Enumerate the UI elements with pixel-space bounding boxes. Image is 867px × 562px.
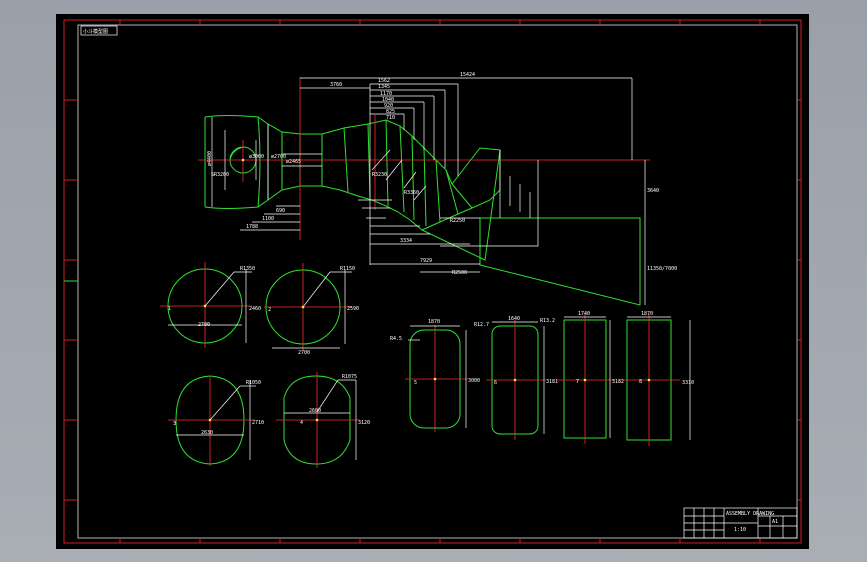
dim-top-long: 15424 xyxy=(460,72,475,78)
section-5: 1870 R4.5 3000 5 xyxy=(390,319,480,432)
sec1-width: 2700 xyxy=(198,322,210,328)
dim-bottom-5: 7929 xyxy=(420,258,432,264)
section-1: R1350 2700 2460 1 xyxy=(160,262,261,348)
elbow-outlet xyxy=(451,147,501,190)
dim-mid-4: R3360 xyxy=(404,190,419,196)
drawing-sheet: 小斗模型图 15424 3760 1562 1345 1170 1040 920… xyxy=(56,14,809,549)
profile-inlet-step xyxy=(257,116,261,208)
section-2: R1150 2700 2590 2 xyxy=(264,263,359,356)
sec6-radius-b: R13.2 xyxy=(540,318,555,324)
sec5-radius: R4.5 xyxy=(390,336,402,342)
sec1-id: 1 xyxy=(168,306,171,312)
sec2-width: 2700 xyxy=(298,350,310,356)
dim-left-3: ø3000 xyxy=(249,154,264,160)
sec2-id: 2 xyxy=(268,307,271,313)
sec4-width: 2600 xyxy=(309,408,321,414)
dim-bottom-4: 3334 xyxy=(400,238,412,244)
sec5-width: 1870 xyxy=(428,319,440,325)
sec2-height: 2590 xyxy=(347,306,359,312)
section-4: R1075 2600 3120 4 xyxy=(276,372,370,468)
sec3-radius: R1050 xyxy=(246,380,261,386)
sec6-id: 6 xyxy=(494,380,497,386)
sec5-height: 3000 xyxy=(468,378,480,384)
sec3-height: 2710 xyxy=(252,420,264,426)
title-block-scale: 1:10 xyxy=(734,527,746,533)
sheet-border-outer xyxy=(63,19,802,544)
dim-mid-1: R2250 xyxy=(450,218,465,224)
drawing-canvas: 小斗模型图 15424 3760 1562 1345 1170 1040 920… xyxy=(63,19,802,544)
title-block-sheet: A1 xyxy=(772,519,778,525)
dim-top-3: 1345 xyxy=(378,84,390,90)
sec4-height: 3120 xyxy=(358,420,370,426)
sec6-radius-a: R12.7 xyxy=(474,322,489,328)
dim-right-1: 3640 xyxy=(647,188,659,194)
sec8-height: 3310 xyxy=(682,380,694,386)
sec6-width: 1640 xyxy=(508,316,520,322)
diffuser-outline xyxy=(479,217,641,306)
sec8-width: 1870 xyxy=(641,311,653,317)
sec3-width: 2630 xyxy=(201,430,213,436)
section-3: R1050 2630 2710 3 xyxy=(168,375,264,466)
sec8-id: 8 xyxy=(639,379,642,385)
dim-top-8: 710 xyxy=(386,115,395,121)
sec1-radius: R1350 xyxy=(240,266,255,272)
dim-left-4: ø2700 xyxy=(271,154,286,160)
sec3-id: 3 xyxy=(173,421,176,427)
title-block: ASSEMBLY DRAWING 1:10 A1 xyxy=(683,507,798,539)
dimension-lines-right xyxy=(440,150,646,305)
cad-viewport[interactable]: 小斗模型图 15424 3760 1562 1345 1170 1040 920… xyxy=(0,0,867,562)
dim-mid-3: R3230 xyxy=(372,172,387,178)
title-block-name: ASSEMBLY DRAWING xyxy=(726,511,774,517)
dim-bottom-1: 1788 xyxy=(246,224,258,230)
dim-left-5: ø2465 xyxy=(286,159,301,165)
sec7-width: 1740 xyxy=(578,311,590,317)
sec5-id: 5 xyxy=(414,380,417,386)
dim-bottom-2: 1100 xyxy=(262,216,274,222)
dim-top-1: 3760 xyxy=(330,82,342,88)
sec4-id: 4 xyxy=(300,420,303,426)
section-8: 1870 3310 8 xyxy=(618,311,694,446)
dim-mid-2: R2500 xyxy=(452,270,467,276)
sheet-border-inner xyxy=(77,24,798,539)
sec1-height: 2460 xyxy=(249,306,261,312)
dim-left-2: SR3200 xyxy=(211,172,229,178)
sec2-radius: R1150 xyxy=(340,266,355,272)
section-6: 1640 R12.7 R13.2 3181 6 xyxy=(474,316,558,440)
sec4-radius: R1075 xyxy=(342,374,357,380)
dim-right-2: 11350/7000 xyxy=(647,266,677,272)
title-tag-text: 小斗模型图 xyxy=(83,28,108,35)
section-7: 1740 3182 7 xyxy=(556,311,624,444)
dimension-lines-bottom xyxy=(358,199,480,273)
dim-left-1: ø4400 xyxy=(207,151,213,166)
elbow-diagonal xyxy=(421,149,501,261)
elbow-cut-lines xyxy=(435,159,473,223)
sec7-id: 7 xyxy=(576,379,579,385)
dim-bottom-3: 690 xyxy=(276,208,285,214)
border-zone-ticks xyxy=(64,20,801,543)
main-view: 15424 3760 1562 1345 1170 1040 920 825 7… xyxy=(198,72,677,306)
dimension-lines-top xyxy=(300,77,633,265)
